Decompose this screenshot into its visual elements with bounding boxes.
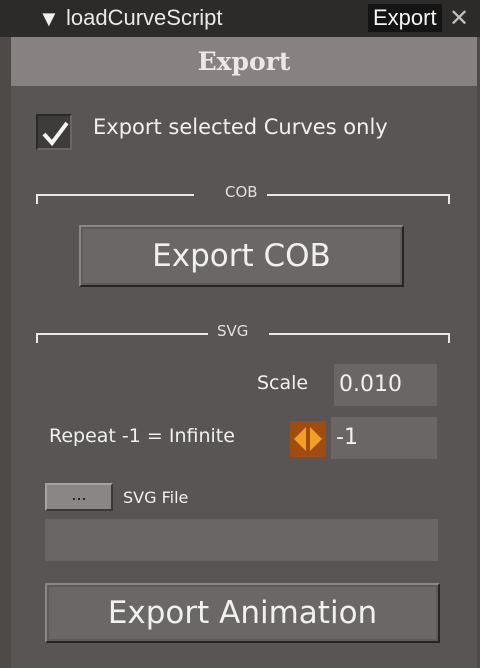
repeat-label: Repeat -1 = Infinite	[49, 425, 235, 447]
svg-file-label: SVG File	[123, 488, 189, 507]
cob-group-line-left	[36, 194, 194, 196]
script-name: loadCurveScript	[66, 5, 223, 30]
checkmark-icon	[42, 121, 69, 147]
title-bar: ▼ loadCurveScript Export ✕	[0, 0, 480, 37]
scale-field[interactable]: 0.010	[334, 364, 437, 406]
svg-group-tick-left	[36, 333, 38, 343]
export-animation-button[interactable]: Export Animation	[45, 583, 440, 643]
svg-group-tick-right	[448, 333, 450, 343]
svg-group-line-right	[269, 333, 450, 335]
cob-group-tick-right	[448, 194, 450, 204]
svg-group-label: SVG	[217, 322, 249, 340]
export-selected-checkbox[interactable]	[36, 114, 72, 150]
export-selected-label: Export selected Curves only	[93, 115, 388, 139]
tab-export[interactable]: Export	[368, 4, 442, 32]
panel-header: Export	[11, 37, 477, 86]
svg-group-line-left	[36, 333, 208, 335]
repeat-field[interactable]: -1	[331, 417, 437, 459]
spinner-arrows-icon[interactable]	[290, 421, 326, 457]
export-cob-button[interactable]: Export COB	[79, 225, 404, 287]
cob-group-label: COB	[225, 183, 258, 201]
export-panel: Export Export selected Curves only COB E…	[11, 37, 477, 668]
cob-group-tick-left	[36, 194, 38, 204]
scale-label: Scale	[257, 372, 309, 394]
cob-group-line-right	[267, 194, 450, 196]
close-icon[interactable]: ✕	[449, 4, 469, 33]
browse-svg-file-button[interactable]: ...	[45, 483, 113, 511]
svg-file-path-field[interactable]	[45, 519, 438, 561]
left-right-arrows-icon	[294, 427, 322, 451]
triangle-down-icon[interactable]: ▼	[38, 6, 60, 32]
